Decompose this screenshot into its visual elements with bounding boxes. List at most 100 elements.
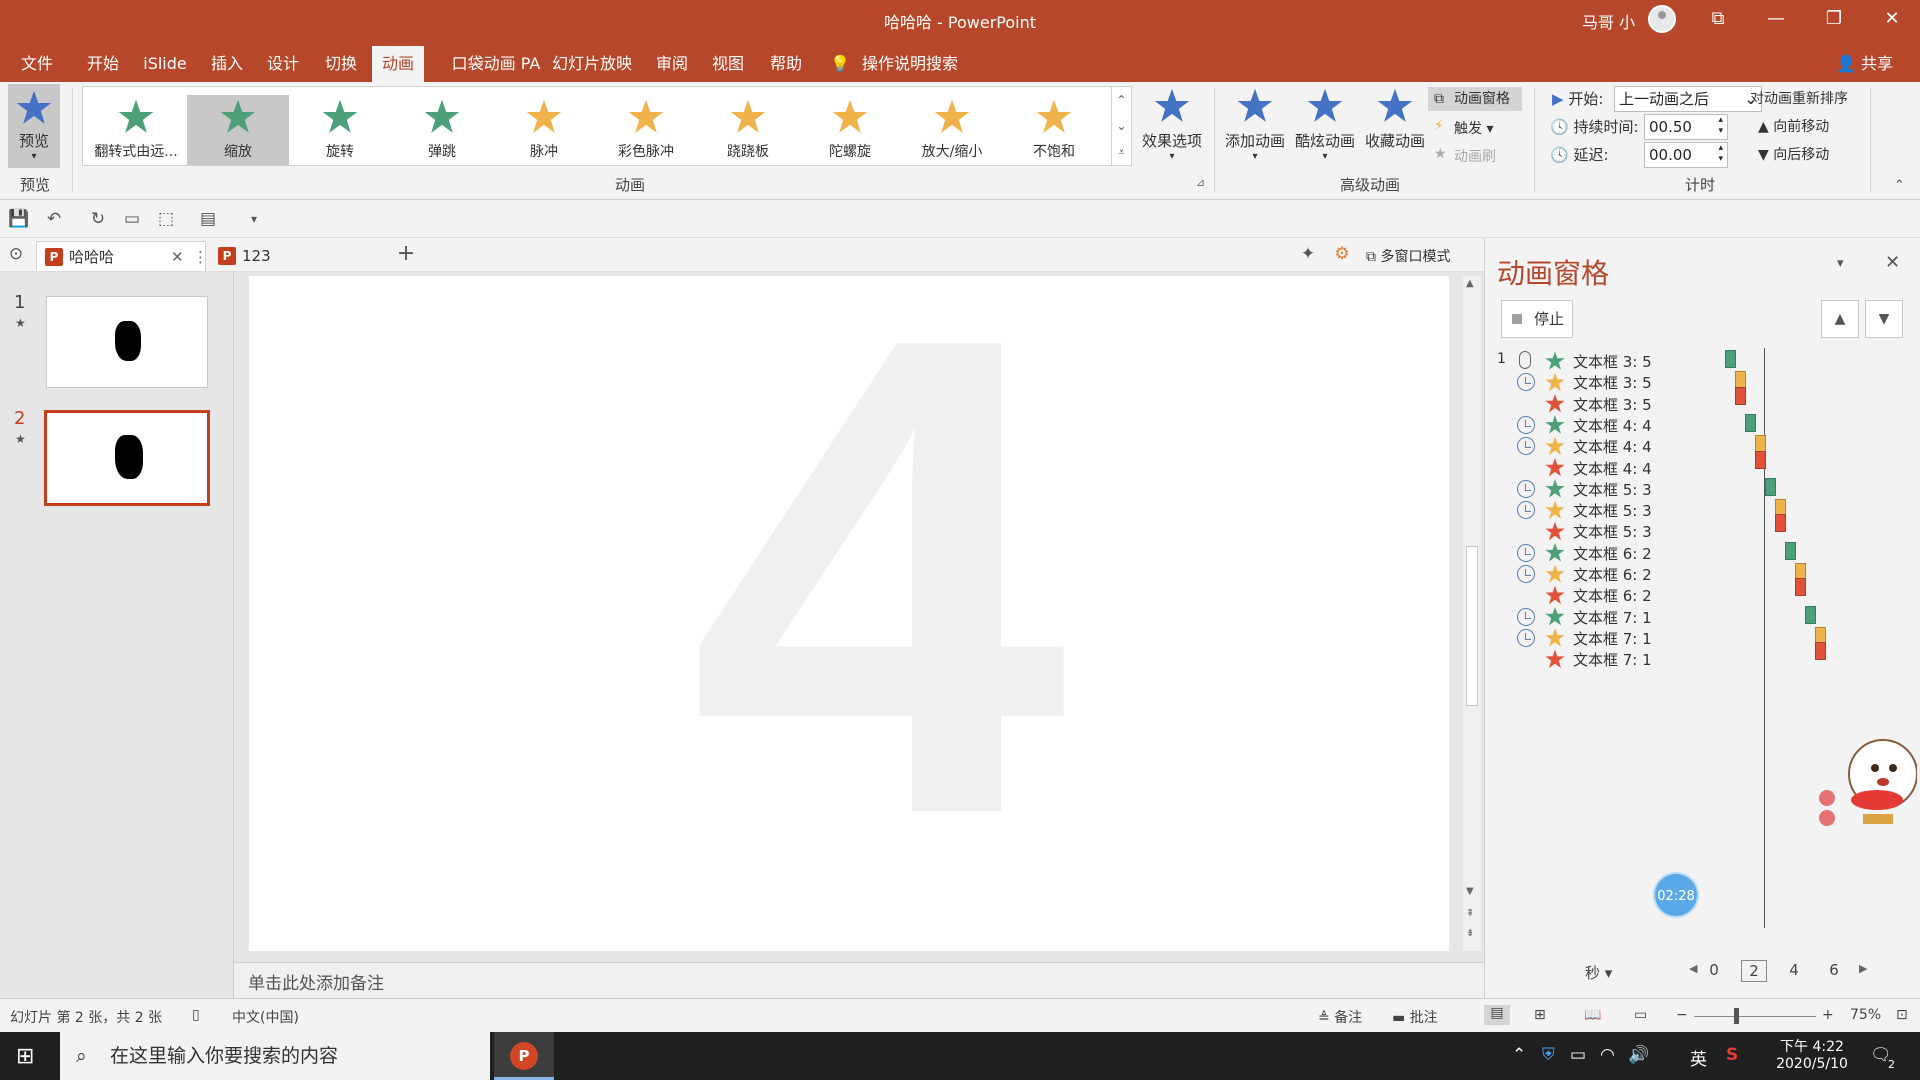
collapse-ribbon-icon[interactable]: ⌃ bbox=[1894, 178, 1905, 193]
timeline-bar[interactable] bbox=[1805, 605, 1816, 624]
ribbon-display-icon[interactable]: ⧉ bbox=[1690, 0, 1746, 38]
gallery-item-grow-shrink[interactable]: 放大/缩小 bbox=[901, 95, 1003, 165]
timeline-bar[interactable] bbox=[1775, 514, 1786, 533]
gallery-item-teeter[interactable]: 跷跷板 bbox=[697, 95, 799, 165]
tab-home[interactable]: 开始 bbox=[78, 46, 128, 82]
stop-button[interactable]: 停止 bbox=[1501, 300, 1573, 338]
animation-pane-button[interactable]: ⧉ 动画窗格 bbox=[1428, 87, 1522, 111]
customize-qat-icon[interactable]: ▾ bbox=[244, 209, 264, 229]
animation-item[interactable]: 文本框 7: 1 bbox=[1497, 646, 1917, 672]
gallery-item-pulse[interactable]: 脉冲 bbox=[493, 95, 595, 165]
favorite-animation-button[interactable]: 收藏动画 bbox=[1362, 88, 1428, 151]
effect-options-button[interactable]: 效果选项 ▾ bbox=[1136, 88, 1208, 162]
zoom-slider[interactable] bbox=[1694, 1016, 1816, 1017]
move-later-button[interactable]: ▼ 向后移动 bbox=[1758, 144, 1829, 164]
timeline-bar[interactable] bbox=[1815, 642, 1826, 661]
windows-start-icon[interactable]: ⊞ bbox=[16, 1044, 34, 1069]
delay-input[interactable]: 00.00 ▴ ▾ bbox=[1644, 142, 1728, 168]
tab-animations[interactable]: 动画 bbox=[372, 46, 424, 82]
gallery-scroll[interactable]: ⌃ ⌄ ⩡ bbox=[1111, 87, 1131, 165]
move-up-button[interactable]: ▲ bbox=[1821, 300, 1859, 338]
minimize-button[interactable]: — bbox=[1748, 0, 1804, 38]
spellcheck-icon[interactable]: ▯ bbox=[192, 1007, 200, 1023]
vertical-scrollbar[interactable]: ▲ ▼ ⇞ ⇟ bbox=[1463, 276, 1481, 951]
add-animation-button[interactable]: 添加动画 ▾ bbox=[1222, 88, 1288, 162]
zoom-in-icon[interactable]: + bbox=[1822, 1007, 1834, 1023]
next-slide-icon[interactable]: ⇟ bbox=[1466, 928, 1474, 939]
restore-button[interactable]: ❐ bbox=[1806, 0, 1862, 38]
tab-help[interactable]: 帮助 bbox=[760, 46, 812, 82]
timeline-bar[interactable] bbox=[1735, 386, 1746, 405]
notes-toggle[interactable]: ≜ 备注 bbox=[1318, 1007, 1362, 1027]
start-select[interactable]: 上一动画之后 ⌄ bbox=[1614, 86, 1762, 112]
gallery-item-bounce[interactable]: 弹跳 bbox=[391, 95, 493, 165]
user-name[interactable]: 马哥 小 bbox=[1582, 9, 1635, 33]
tray-expand-icon[interactable]: ⌃ bbox=[1512, 1045, 1526, 1065]
notes-area[interactable]: 单击此处添加备注 bbox=[234, 962, 1484, 998]
pane-options-icon[interactable]: ▾ bbox=[1837, 256, 1844, 271]
tab-pocket-animation[interactable]: 口袋动画 PA bbox=[438, 46, 554, 82]
tab-review[interactable]: 审阅 bbox=[648, 46, 696, 82]
gallery-item-zoom[interactable]: 缩放 bbox=[187, 95, 289, 165]
tab-transitions[interactable]: 切换 bbox=[316, 46, 366, 82]
trigger-button[interactable]: ⚡ 触发 ▾ bbox=[1434, 118, 1493, 138]
doc-tab[interactable]: P 123 bbox=[210, 241, 390, 271]
redo-icon[interactable]: ↻ bbox=[88, 209, 108, 229]
preview-button[interactable]: 预览 ▾ bbox=[8, 84, 60, 168]
tab-insert[interactable]: 插入 bbox=[202, 46, 252, 82]
scroll-up-icon[interactable]: ▲ bbox=[1466, 278, 1474, 289]
sorter-view-icon[interactable]: ⊞ bbox=[1534, 1007, 1546, 1023]
tab-islide[interactable]: iSlide bbox=[138, 46, 192, 82]
prev-slide-icon[interactable]: ⇞ bbox=[1466, 908, 1474, 919]
taskbar-powerpoint[interactable]: P bbox=[494, 1032, 554, 1080]
scroll-down-icon[interactable]: ▼ bbox=[1466, 886, 1474, 897]
gallery-item-flip[interactable]: 翻转式由远... bbox=[85, 95, 187, 165]
timeline-bar[interactable] bbox=[1785, 541, 1796, 560]
gallery-item-spin-gyro[interactable]: 陀螺旋 bbox=[799, 95, 901, 165]
present-icon[interactable]: ▭ bbox=[122, 209, 142, 229]
tab-view[interactable]: 视图 bbox=[704, 46, 752, 82]
chevron-down-icon[interactable]: ⌄ bbox=[1112, 113, 1131, 139]
duration-input[interactable]: 00.50 ▴ ▾ bbox=[1644, 114, 1728, 140]
timeline-bar[interactable] bbox=[1745, 413, 1756, 432]
doc-tab-active[interactable]: P 哈哈哈 ✕ ⋮ bbox=[36, 241, 208, 272]
tell-me-search[interactable]: 操作说明搜索 bbox=[858, 46, 962, 82]
gallery-item-desaturate[interactable]: 不饱和 bbox=[1003, 95, 1105, 165]
magic-icon[interactable]: ✦ bbox=[1298, 244, 1318, 264]
language-indicator[interactable]: 中文(中国) bbox=[232, 1007, 299, 1027]
slide-canvas[interactable]: 4 bbox=[249, 276, 1449, 951]
scroll-thumb[interactable] bbox=[1466, 546, 1478, 706]
gallery-item-spin[interactable]: 旋转 bbox=[289, 95, 391, 165]
zoom-level[interactable]: 75% bbox=[1850, 1007, 1881, 1023]
add-tab-icon[interactable]: + bbox=[396, 243, 416, 265]
animation-painter-button[interactable]: ★ 动画刷 bbox=[1434, 146, 1496, 166]
avatar[interactable] bbox=[1648, 5, 1676, 33]
slide-number-text[interactable]: 4 bbox=[689, 276, 1067, 916]
spinner-icon[interactable]: ▴ ▾ bbox=[1718, 143, 1723, 165]
close-icon[interactable]: ✕ bbox=[171, 242, 184, 272]
slide-thumbnail-1[interactable] bbox=[46, 296, 208, 388]
spinner-icon[interactable]: ▴ ▾ bbox=[1718, 115, 1723, 137]
gear-icon[interactable]: ⚙ bbox=[1332, 244, 1352, 264]
slideshow-view-icon[interactable]: ▭ bbox=[1634, 1007, 1647, 1023]
scale-left-icon[interactable]: ◀ bbox=[1689, 962, 1697, 975]
wifi-icon[interactable]: ◠ bbox=[1600, 1045, 1615, 1065]
slide-thumbnail-2[interactable] bbox=[44, 410, 210, 506]
seconds-dropdown[interactable]: 秒 ▾ bbox=[1585, 962, 1612, 983]
format-painter-icon[interactable]: ▤ bbox=[198, 209, 218, 229]
move-earlier-button[interactable]: ▲ 向前移动 bbox=[1758, 116, 1829, 136]
tab-design[interactable]: 设计 bbox=[258, 46, 308, 82]
tab-slideshow[interactable]: 幻灯片放映 bbox=[550, 46, 634, 82]
save-icon[interactable]: 💾 bbox=[8, 209, 29, 229]
tab-file[interactable]: 文件 bbox=[12, 46, 62, 82]
volume-icon[interactable]: 🔊 bbox=[1628, 1045, 1649, 1065]
comments-toggle[interactable]: ▬ 批注 bbox=[1392, 1007, 1438, 1027]
ime-indicator[interactable]: 英 bbox=[1690, 1045, 1707, 1070]
timeline-bar[interactable] bbox=[1755, 450, 1766, 469]
undo-icon[interactable]: ↶ bbox=[44, 209, 64, 229]
layout-icon[interactable]: ⬚ bbox=[156, 209, 176, 229]
timeline-bar[interactable] bbox=[1765, 477, 1776, 496]
more-vert-icon[interactable]: ⋮ bbox=[193, 242, 208, 272]
zoom-out-icon[interactable]: − bbox=[1676, 1007, 1688, 1023]
dialog-launcher-icon[interactable]: ⊿ bbox=[1196, 176, 1205, 189]
